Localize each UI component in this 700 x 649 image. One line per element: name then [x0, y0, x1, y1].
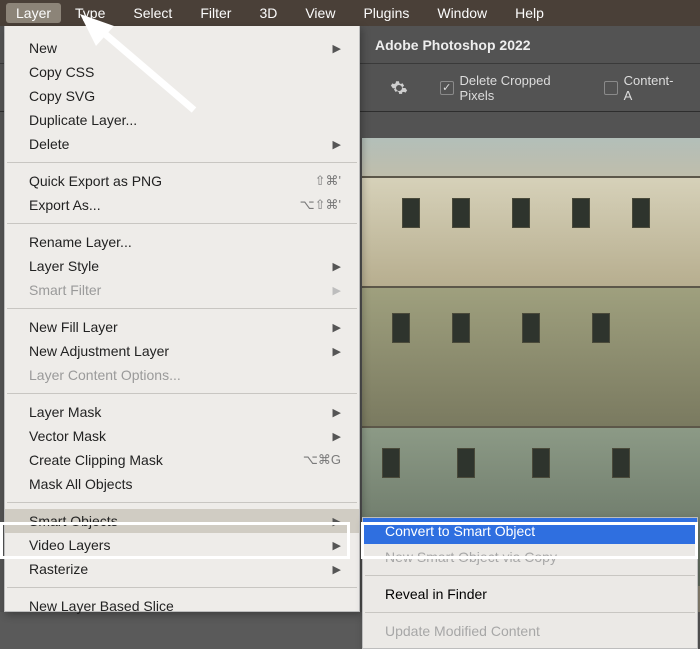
menu-new-adjustment-layer[interactable]: New Adjustment Layer▶	[5, 339, 359, 363]
layer-menu: New▶ Copy CSS Copy SVG Duplicate Layer..…	[4, 26, 360, 612]
menubar-item-view[interactable]: View	[301, 3, 339, 23]
menu-layer-style[interactable]: Layer Style▶	[5, 254, 359, 278]
menubar-item-3d[interactable]: 3D	[255, 3, 281, 23]
chevron-right-icon: ▶	[333, 284, 341, 297]
chevron-right-icon: ▶	[333, 515, 341, 528]
menu-new[interactable]: New▶	[5, 36, 359, 60]
chevron-right-icon: ▶	[333, 430, 341, 443]
menu-video-layers[interactable]: Video Layers▶	[5, 533, 359, 557]
menubar-item-help[interactable]: Help	[511, 3, 548, 23]
submenu-new-smart-object-via-copy: New Smart Object via Copy	[363, 544, 697, 570]
menu-new-fill-layer[interactable]: New Fill Layer▶	[5, 315, 359, 339]
menubar-item-window[interactable]: Window	[433, 3, 491, 23]
menu-mask-all-objects[interactable]: Mask All Objects	[5, 472, 359, 496]
menubar-item-layer[interactable]: Layer	[6, 3, 61, 23]
menubar-item-filter[interactable]: Filter	[196, 3, 235, 23]
menu-smart-filter: Smart Filter▶	[5, 278, 359, 302]
menubar-item-select[interactable]: Select	[129, 3, 176, 23]
chevron-right-icon: ▶	[333, 563, 341, 576]
submenu-update-modified-content: Update Modified Content	[363, 618, 697, 644]
chevron-right-icon: ▶	[333, 42, 341, 55]
submenu-reveal-in-finder[interactable]: Reveal in Finder	[363, 581, 697, 607]
chevron-right-icon: ▶	[333, 260, 341, 273]
chevron-right-icon: ▶	[333, 406, 341, 419]
menubar-item-plugins[interactable]: Plugins	[359, 3, 413, 23]
menubar: Layer Type Select Filter 3D View Plugins…	[0, 0, 700, 26]
delete-cropped-checkbox[interactable]	[440, 81, 454, 95]
menu-delete[interactable]: Delete▶	[5, 132, 359, 156]
submenu-convert-to-smart-object[interactable]: Convert to Smart Object	[363, 518, 697, 544]
menu-smart-objects[interactable]: Smart Objects▶	[5, 509, 359, 533]
menu-new-layer-based-slice[interactable]: New Layer Based Slice	[5, 594, 359, 618]
chevron-right-icon: ▶	[333, 138, 341, 151]
menu-rasterize[interactable]: Rasterize▶	[5, 557, 359, 581]
chevron-right-icon: ▶	[333, 539, 341, 552]
smart-objects-submenu: Convert to Smart Object New Smart Object…	[362, 517, 698, 649]
menu-layer-mask[interactable]: Layer Mask▶	[5, 400, 359, 424]
menu-rename-layer[interactable]: Rename Layer...	[5, 230, 359, 254]
menu-duplicate-layer[interactable]: Duplicate Layer...	[5, 108, 359, 132]
menu-export-as[interactable]: Export As...⌥⇧⌘'	[5, 193, 359, 217]
menu-copy-svg[interactable]: Copy SVG	[5, 84, 359, 108]
content-aware-checkbox[interactable]	[604, 81, 618, 95]
chevron-right-icon: ▶	[333, 345, 341, 358]
menu-copy-css[interactable]: Copy CSS	[5, 60, 359, 84]
menu-layer-content-options: Layer Content Options...	[5, 363, 359, 387]
chevron-right-icon: ▶	[333, 321, 341, 334]
content-aware-label: Content-A	[624, 73, 680, 103]
menubar-item-type[interactable]: Type	[71, 3, 109, 23]
menu-vector-mask[interactable]: Vector Mask▶	[5, 424, 359, 448]
menu-create-clipping-mask[interactable]: Create Clipping Mask⌥⌘G	[5, 448, 359, 472]
menu-quick-export[interactable]: Quick Export as PNG⇧⌘'	[5, 169, 359, 193]
delete-cropped-label: Delete Cropped Pixels	[460, 73, 585, 103]
app-title: Adobe Photoshop 2022	[375, 37, 531, 53]
gear-icon[interactable]	[390, 79, 408, 97]
